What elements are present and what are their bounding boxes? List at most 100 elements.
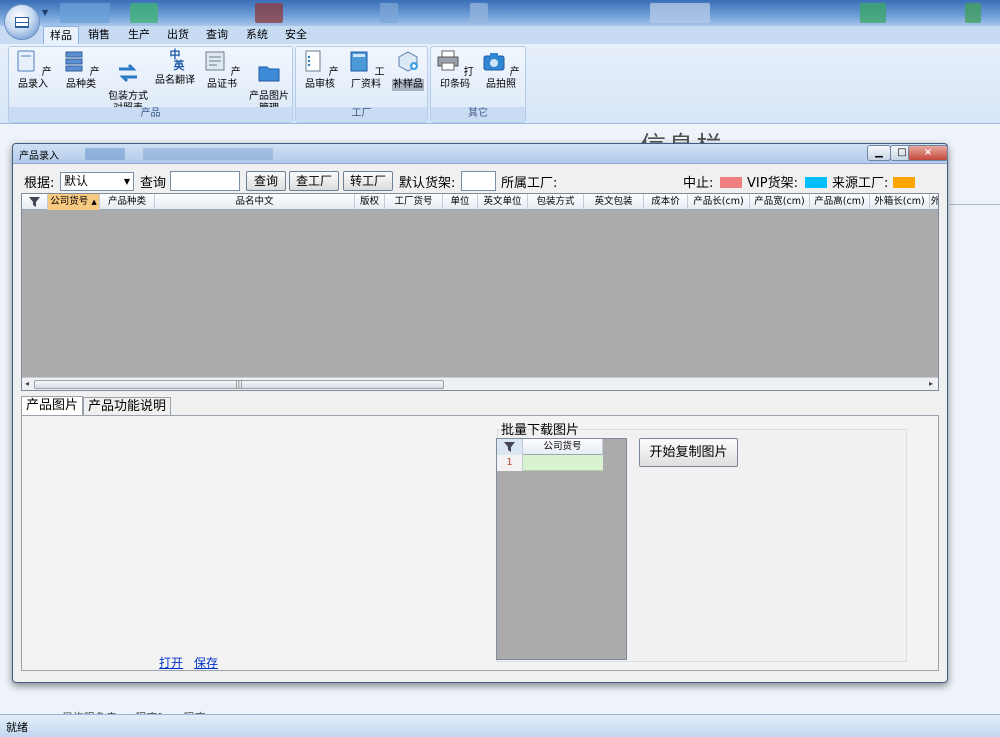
app-menu-icon bbox=[15, 16, 29, 28]
name-translate-label: 品名翻译 bbox=[155, 75, 195, 86]
app-menu-button[interactable] bbox=[4, 4, 40, 40]
scroll-right-icon[interactable]: ▸ bbox=[929, 378, 933, 390]
lock-icon: ▲ bbox=[91, 198, 97, 206]
product-category-button[interactable]: 产品种类 bbox=[59, 49, 103, 91]
taskbar-blur bbox=[130, 3, 158, 23]
camera-icon bbox=[483, 53, 505, 71]
folder-icon bbox=[258, 66, 280, 82]
grid-col-name-cn[interactable]: 品名中文 bbox=[155, 194, 355, 210]
swap-arrows-icon bbox=[119, 63, 137, 83]
grid-col-label: 公司货号 bbox=[50, 196, 89, 207]
grid-col-factory-no[interactable]: 工厂货号 bbox=[385, 194, 443, 210]
add-sample-button[interactable]: 补样品 bbox=[390, 49, 426, 91]
scroll-left-icon[interactable]: ◂ bbox=[25, 378, 29, 390]
grid-col-length[interactable]: 产品长(cm) bbox=[688, 194, 750, 210]
group-other: 打印条码 产品拍照 其它 bbox=[430, 46, 526, 123]
product-grid[interactable]: 公司货号 ▲ 产品种类 品名中文 版权 工厂货号 单位 英文单位 包装方式 英文… bbox=[21, 193, 939, 391]
batch-grid-filter[interactable] bbox=[497, 439, 523, 455]
dialog-title: 产品录入 bbox=[19, 151, 59, 162]
tab-security[interactable]: 安全 bbox=[280, 26, 312, 44]
default-shelf-input[interactable] bbox=[461, 171, 496, 191]
legend-vip-label: VIP货架: bbox=[747, 176, 798, 191]
batch-download-title: 批量下载图片 bbox=[501, 423, 580, 438]
save-link[interactable]: 保存 bbox=[194, 654, 218, 671]
grid-col-more[interactable]: 外 bbox=[930, 194, 938, 210]
name-translate-button[interactable]: 中 英 品名翻译 bbox=[153, 49, 197, 87]
product-photo-button[interactable]: 产品拍照 bbox=[479, 49, 523, 91]
group-other-label: 其它 bbox=[431, 107, 525, 122]
packaging-mapping-button[interactable]: 包装方式 对照表 bbox=[106, 49, 150, 115]
start-copy-images-button[interactable]: 开始复制图片 bbox=[639, 438, 738, 467]
filter-icon bbox=[504, 442, 515, 452]
basis-select[interactable]: 默认 ▼ bbox=[60, 172, 134, 191]
notebook-icon bbox=[350, 51, 368, 72]
tab-shipping[interactable]: 出货 bbox=[162, 26, 194, 44]
legend-stopped-label: 中止: bbox=[683, 176, 714, 191]
quick-access-dropdown-icon[interactable]: ▼ bbox=[42, 8, 48, 17]
grid-col-height[interactable]: 产品高(cm) bbox=[810, 194, 870, 210]
titlebar-blur bbox=[143, 148, 273, 160]
tab-sales[interactable]: 销售 bbox=[83, 26, 115, 44]
open-link[interactable]: 打开 bbox=[159, 654, 183, 671]
check-factory-button[interactable]: 查工厂 bbox=[289, 171, 339, 191]
tab-samples[interactable]: 样品 bbox=[43, 26, 79, 44]
close-button[interactable]: × bbox=[908, 145, 948, 161]
grid-horizontal-scrollbar[interactable]: ◂ ||| ▸ bbox=[22, 377, 938, 390]
translate-icon: 中 英 bbox=[163, 49, 187, 73]
print-barcode-button[interactable]: 打印条码 bbox=[433, 49, 477, 91]
group-factory-label: 工厂 bbox=[296, 107, 427, 122]
taskbar-blur bbox=[255, 3, 283, 23]
product-entry-button[interactable]: 产品录入 bbox=[11, 49, 55, 91]
grid-col-company-no[interactable]: 公司货号 ▲ bbox=[48, 194, 100, 210]
document-icon bbox=[17, 50, 35, 72]
taskbar-blur bbox=[470, 3, 488, 23]
box-add-icon bbox=[398, 51, 418, 72]
minimize-button[interactable]: ▁ bbox=[867, 145, 891, 161]
grid-col-carton-length[interactable]: 外箱长(cm) bbox=[870, 194, 930, 210]
legend-vip-swatch bbox=[805, 177, 827, 188]
grid-col-packaging[interactable]: 包装方式 bbox=[528, 194, 584, 210]
grid-col-en-unit[interactable]: 英文单位 bbox=[478, 194, 528, 210]
query-input[interactable] bbox=[170, 171, 240, 191]
info-panel-divider bbox=[950, 204, 1000, 205]
tab-product-image[interactable]: 产品图片 bbox=[21, 396, 84, 416]
grid-filter-icon[interactable] bbox=[22, 194, 48, 210]
batch-grid-header: 公司货号 bbox=[497, 439, 603, 455]
tab-production[interactable]: 生产 bbox=[123, 26, 155, 44]
dialog-titlebar[interactable]: 产品录入 ▁ □ × bbox=[13, 144, 948, 164]
batch-grid-col-company-no[interactable]: 公司货号 bbox=[523, 439, 603, 455]
product-review-button[interactable]: 产品审核 bbox=[298, 49, 342, 91]
tab-product-description[interactable]: 产品功能说明 bbox=[83, 397, 172, 416]
grid-col-copyright[interactable]: 版权 bbox=[355, 194, 385, 210]
taskbar-blur bbox=[965, 3, 981, 23]
legend-source-factory-swatch bbox=[893, 177, 915, 188]
factory-label: 所属工厂: bbox=[501, 176, 558, 191]
batch-grid[interactable]: 公司货号 1 bbox=[496, 438, 627, 660]
taskbar-blur bbox=[860, 3, 886, 23]
tab-system[interactable]: 系统 bbox=[241, 26, 273, 44]
product-certificate-button[interactable]: 产品证书 bbox=[200, 49, 244, 91]
add-sample-label-bg: 补样品 bbox=[392, 79, 424, 91]
basis-select-value: 默认 bbox=[64, 174, 89, 188]
factory-info-button[interactable]: 工厂资料 bbox=[344, 49, 388, 91]
grid-col-width[interactable]: 产品宽(cm) bbox=[750, 194, 810, 210]
ribbon: 产品录入 产品种类 包装方式 对照表 中 英 品名翻译 产品证书 产品图片 管理… bbox=[0, 44, 1000, 124]
taskbar-blur bbox=[650, 3, 710, 23]
scroll-thumb[interactable]: ||| bbox=[34, 380, 444, 389]
basis-label: 根据: bbox=[24, 176, 55, 191]
grid-col-unit[interactable]: 单位 bbox=[443, 194, 478, 210]
group-product: 产品录入 产品种类 包装方式 对照表 中 英 品名翻译 产品证书 产品图片 管理… bbox=[8, 46, 293, 123]
query-label: 查询 bbox=[140, 176, 167, 191]
table-row[interactable]: 1 bbox=[497, 455, 603, 471]
row-number: 1 bbox=[497, 455, 523, 471]
transfer-factory-button[interactable]: 转工厂 bbox=[343, 171, 393, 191]
grid-col-cost[interactable]: 成本价 bbox=[644, 194, 688, 210]
tab-query[interactable]: 查询 bbox=[201, 26, 233, 44]
product-image-manage-button[interactable]: 产品图片 管理 bbox=[247, 49, 291, 115]
legend-stopped-swatch bbox=[720, 177, 742, 188]
grid-col-category[interactable]: 产品种类 bbox=[100, 194, 155, 210]
taskbar-blur bbox=[60, 3, 110, 23]
group-factory: 产品审核 工厂资料 补样品 工厂 bbox=[295, 46, 428, 123]
grid-col-en-packaging[interactable]: 英文包装 bbox=[584, 194, 644, 210]
query-button[interactable]: 查询 bbox=[246, 171, 286, 191]
